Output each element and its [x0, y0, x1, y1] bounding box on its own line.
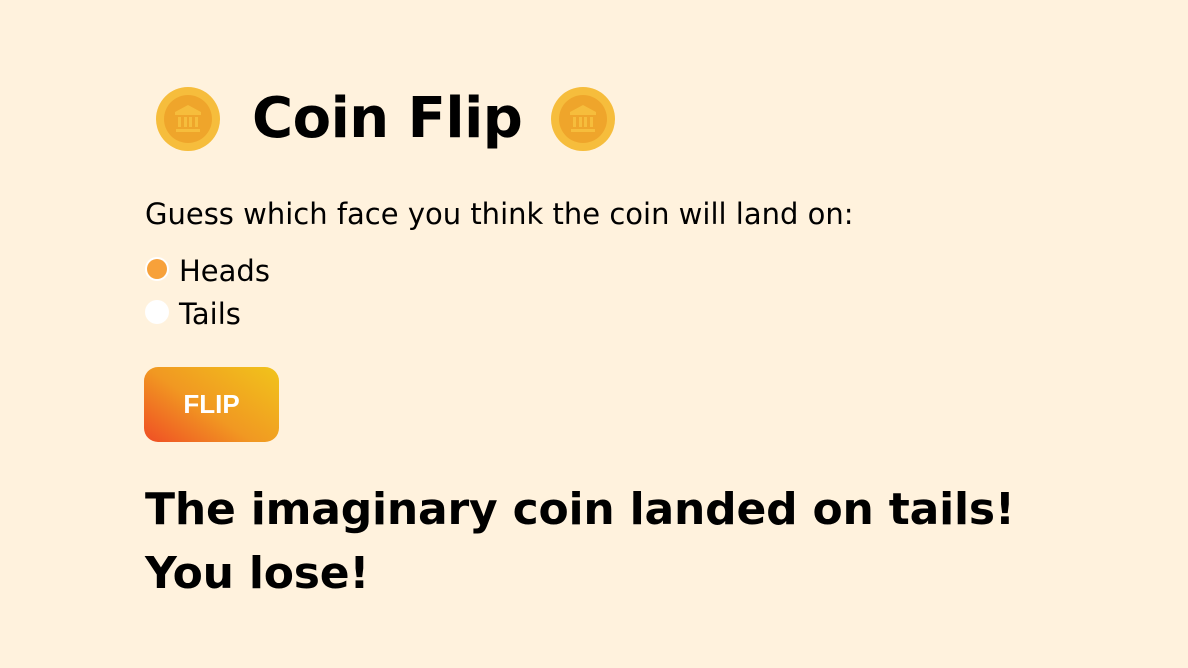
heads-label: Heads: [179, 253, 270, 288]
result-message: The imaginary coin landed on tails! You …: [145, 478, 1045, 606]
bank-building-icon: [175, 105, 201, 132]
bank-coin-icon: [551, 87, 616, 151]
result-line-outcome: The imaginary coin landed on tails!: [145, 484, 1015, 535]
guess-prompt: Guess which face you think the coin will…: [145, 197, 854, 231]
coin-flip-app: Coin Flip Guess which face you think the…: [0, 0, 1188, 668]
result-line-verdict: You lose!: [145, 548, 370, 599]
bank-building-icon: [570, 105, 597, 132]
tails-label: Tails: [179, 296, 241, 331]
tails-option[interactable]: Tails: [145, 297, 241, 331]
heads-option[interactable]: Heads: [145, 254, 270, 288]
flip-button[interactable]: FLIP: [144, 367, 279, 442]
tails-radio[interactable]: [145, 299, 169, 324]
title-row: Coin Flip: [156, 84, 616, 154]
bank-coin-icon: [156, 87, 220, 151]
page-title: Coin Flip: [252, 86, 523, 151]
heads-radio[interactable]: [145, 256, 169, 281]
